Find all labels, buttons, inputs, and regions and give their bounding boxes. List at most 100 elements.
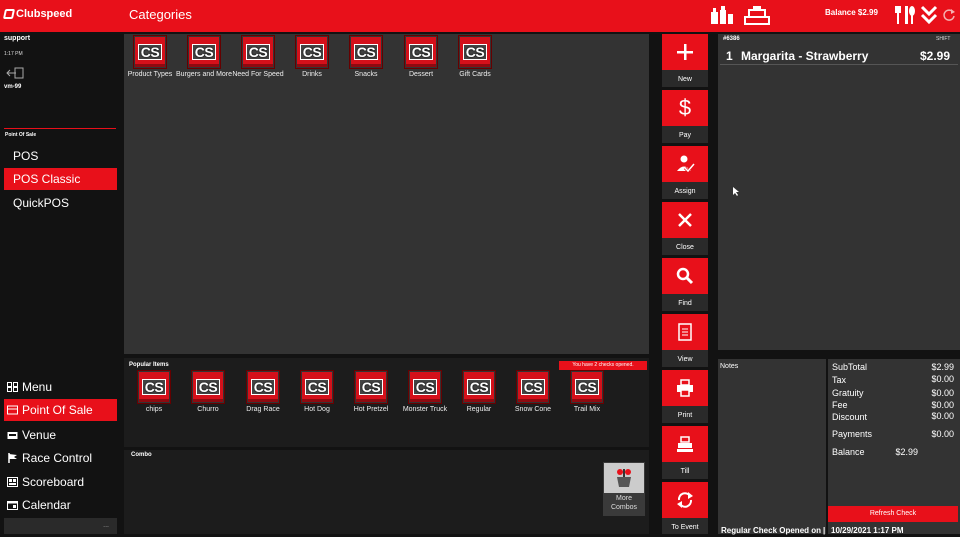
refresh-icon[interactable]: [941, 4, 957, 26]
subtotal-label: SubTotal: [832, 362, 868, 372]
cs-tile-icon: CS: [459, 36, 491, 68]
nav-scoreboard[interactable]: Scoreboard: [4, 471, 117, 493]
transfer-icon: [662, 482, 708, 518]
view-button[interactable]: View: [662, 314, 708, 367]
action-label: Find: [662, 294, 708, 311]
nav-label: Point Of Sale: [22, 403, 93, 417]
popular-item-label: Snow Cone: [514, 406, 552, 413]
nav-venue[interactable]: Venue: [4, 424, 117, 446]
payments-value: $0.00: [931, 429, 954, 439]
dining-icon[interactable]: [893, 4, 917, 26]
open-checks-badge[interactable]: You have 2 checks opened.: [559, 361, 647, 370]
nav-label: Race Control: [22, 451, 93, 465]
category-tile[interactable]: CS Dessert: [392, 36, 450, 79]
action-label: Till: [662, 462, 708, 479]
action-label: Assign: [662, 182, 708, 199]
popular-item-label: Hot Pretzel: [353, 406, 389, 413]
cs-tile-icon: CS: [517, 371, 549, 403]
cs-tile-icon: CS: [409, 371, 441, 403]
chevrons-down-icon[interactable]: [919, 4, 939, 26]
check-line-price[interactable]: $2.99: [920, 49, 950, 63]
subtotal-value: $2.99: [931, 362, 954, 372]
find-button[interactable]: Find: [662, 258, 708, 311]
nav-race-control[interactable]: Race Control: [4, 447, 117, 469]
pay-button[interactable]: $ Pay: [662, 90, 708, 143]
cs-tile-icon: CS: [571, 371, 603, 403]
tax-label: Tax: [832, 375, 847, 385]
close-button[interactable]: Close: [662, 202, 708, 255]
close-icon: [662, 202, 708, 238]
pos-mode-pos[interactable]: POS: [4, 145, 117, 167]
check-number: #6386: [723, 36, 740, 42]
document-icon: [662, 314, 708, 350]
assign-button[interactable]: Assign: [662, 146, 708, 199]
category-label: Dessert: [408, 71, 434, 78]
check-panel: [718, 34, 960, 350]
category-tile[interactable]: CS Burgers and More: [175, 36, 233, 79]
user-name: support: [4, 35, 31, 42]
dollar-icon: $: [662, 90, 708, 126]
check-line-qty[interactable]: 1: [726, 49, 733, 63]
category-tile[interactable]: CS Snacks: [337, 36, 395, 79]
nav-point-of-sale[interactable]: Point Of Sale: [4, 399, 117, 421]
pos-mode-pos-classic[interactable]: POS Classic: [4, 168, 117, 190]
plus-icon: [662, 34, 708, 70]
category-tile[interactable]: CS Need For Speed: [229, 36, 287, 79]
login-time: 1:17 PM: [4, 51, 23, 57]
popular-item-tile[interactable]: CS Monster Truck: [396, 371, 454, 414]
register-icon[interactable]: [742, 4, 772, 26]
calendar-icon: [7, 501, 18, 510]
combo-basket-icon: [604, 463, 644, 493]
popular-item-tile[interactable]: CS Regular: [450, 371, 508, 414]
notes-panel[interactable]: [718, 359, 826, 534]
check-line-name[interactable]: Margarita - Strawberry: [741, 49, 868, 63]
nav-label: Calendar: [22, 498, 71, 512]
action-label: To Event: [662, 518, 708, 534]
cs-tile-icon: CS: [134, 36, 166, 68]
popular-item-label: Drag Race: [246, 406, 280, 413]
popular-item-tile[interactable]: CS Trail Mix: [558, 371, 616, 414]
popular-item-tile[interactable]: CS Churro: [179, 371, 237, 414]
logout-icon[interactable]: [6, 66, 24, 79]
combo-title: Combo: [131, 452, 152, 458]
popular-item-tile[interactable]: CS chips: [125, 371, 183, 414]
action-label: Print: [662, 406, 708, 423]
more-combos-label-1: More: [616, 495, 632, 502]
sidebar-more-button[interactable]: ...: [4, 518, 117, 534]
condiments-icon[interactable]: [708, 4, 736, 26]
tax-value: $0.00: [931, 374, 954, 384]
category-tile[interactable]: CS Product Types: [121, 36, 179, 79]
popular-item-tile[interactable]: CS Hot Pretzel: [342, 371, 400, 414]
nav-calendar[interactable]: Calendar: [4, 494, 117, 516]
flag-icon: [8, 453, 17, 463]
popular-item-label: Trail Mix: [573, 406, 601, 413]
combo-panel: [124, 450, 649, 534]
popular-item-tile[interactable]: CS Snow Cone: [504, 371, 562, 414]
popular-item-label: Hot Dog: [304, 406, 330, 413]
action-label: New: [662, 70, 708, 87]
till-button[interactable]: Till: [662, 426, 708, 479]
cs-tile-icon: CS: [350, 36, 382, 68]
cs-tile-icon: CS: [242, 36, 274, 68]
cs-tile-icon: CS: [355, 371, 387, 403]
pos-mode-quickpos[interactable]: QuickPOS: [4, 192, 117, 214]
cs-tile-icon: CS: [138, 371, 170, 403]
shift-label: SHIFT: [936, 36, 951, 42]
print-button[interactable]: Print: [662, 370, 708, 423]
discount-value: $0.00: [931, 411, 954, 421]
to-event-button[interactable]: To Event: [662, 482, 708, 534]
terminal-name: vm-99: [4, 84, 22, 90]
category-tile[interactable]: CS Gift Cards: [446, 36, 504, 79]
category-tile[interactable]: CS Drinks: [283, 36, 341, 79]
more-combos-button[interactable]: More Combos: [603, 462, 645, 516]
discount-label: Discount: [832, 412, 868, 422]
popular-item-tile[interactable]: CS Hot Dog: [288, 371, 346, 414]
popular-item-tile[interactable]: CS Drag Race: [234, 371, 292, 414]
clubspeed-logo: Clubspeed: [2, 8, 72, 20]
printer-icon: [662, 370, 708, 406]
refresh-check-button[interactable]: Refresh Check: [828, 506, 958, 522]
new-button[interactable]: New: [662, 34, 708, 87]
sidebar-divider: [4, 128, 116, 129]
nav-menu[interactable]: Menu: [4, 376, 117, 398]
cs-tile-icon: CS: [405, 36, 437, 68]
